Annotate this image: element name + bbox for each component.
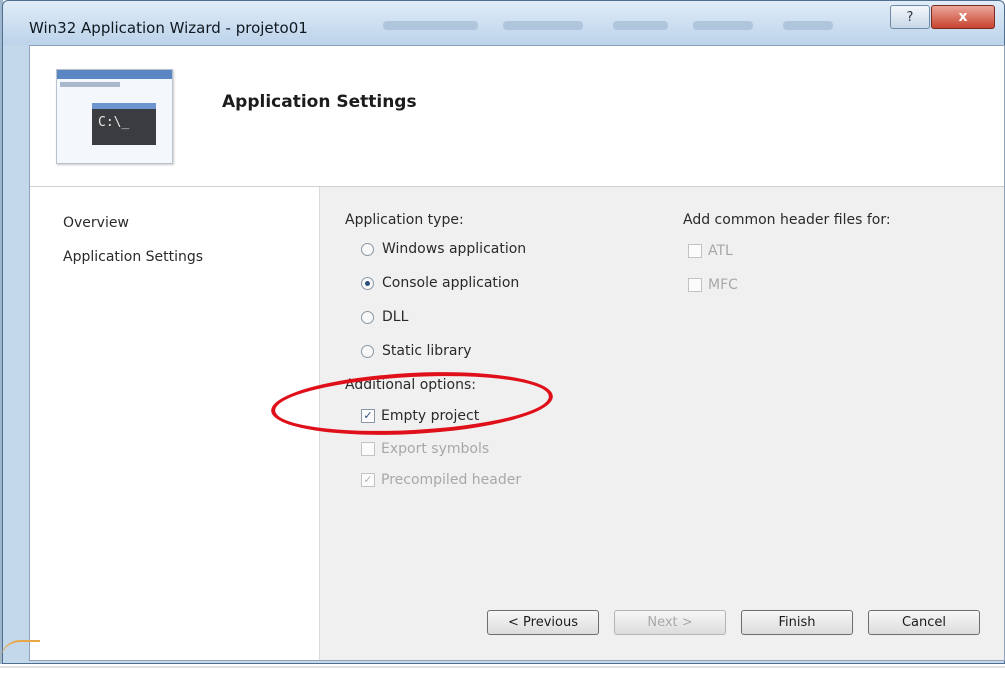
titlebar-blur [693,21,753,30]
radio-label: Windows application [382,241,527,257]
checkbox-box-disabled [688,278,702,292]
console-window-icon: C:\_ [92,103,156,145]
close-button[interactable]: x [931,5,995,29]
help-button[interactable]: ? [890,5,930,29]
console-app-thumbnail: C:\_ [56,69,173,164]
console-prompt-text: C:\_ [98,115,130,130]
checkbox-export-symbols: Export symbols [361,441,489,457]
page-title: Application Settings [222,92,417,112]
radio-label: DLL [382,309,409,325]
title-bar[interactable]: Win32 Application Wizard - projeto01 ? x [3,1,1004,45]
header-files-label: Add common header files for: [683,212,891,228]
thumbnail-titlebar [57,70,172,79]
radio-circle-selected[interactable] [361,276,374,290]
radio-console-application[interactable]: Console application [361,275,519,291]
nav-item-application-settings[interactable]: Application Settings [63,249,203,265]
checkbox-mfc: MFC [688,277,738,293]
nav-item-overview[interactable]: Overview [63,215,129,231]
finish-button[interactable]: Finish [741,610,853,635]
checkbox-label: ATL [708,243,733,259]
checkbox-box-disabled [361,442,375,456]
radio-dll[interactable]: DLL [361,309,408,325]
checkbox-box-disabled [688,244,702,258]
radio-static-library[interactable]: Static library [361,343,472,359]
window-title: Win32 Application Wizard - projeto01 [29,19,308,37]
wizard-nav: Overview Application Settings [30,187,320,660]
cancel-button[interactable]: Cancel [868,610,980,635]
titlebar-blur [783,21,833,30]
wizard-window: Win32 Application Wizard - projeto01 ? x… [2,0,1005,664]
radio-circle[interactable] [361,242,374,256]
checkbox-label: Precompiled header [381,472,522,488]
radio-circle[interactable] [361,310,374,324]
wizard-client-area: C:\_ Application Settings Overview Appli… [29,45,1005,661]
wizard-header: C:\_ Application Settings [30,46,1004,187]
radio-label: Console application [382,275,520,291]
titlebar-blur [503,21,583,30]
bottom-border [0,666,1005,668]
checkbox-atl: ATL [688,243,733,259]
checkbox-box-disabled-checked: ✓ [361,473,375,487]
radio-label: Static library [382,343,472,359]
checkbox-label: MFC [708,277,738,293]
titlebar-blur [613,21,668,30]
titlebar-blur [383,21,478,30]
checkbox-label: Export symbols [381,441,490,457]
thumbnail-menu [60,82,120,87]
radio-windows-application[interactable]: Windows application [361,241,526,257]
next-button: Next > [614,610,726,635]
application-type-label: Application type: [345,212,464,228]
checkbox-precompiled-header: ✓ Precompiled header [361,472,521,488]
previous-button[interactable]: < Previous [487,610,599,635]
radio-circle[interactable] [361,344,374,358]
decorative-arc [0,640,40,682]
